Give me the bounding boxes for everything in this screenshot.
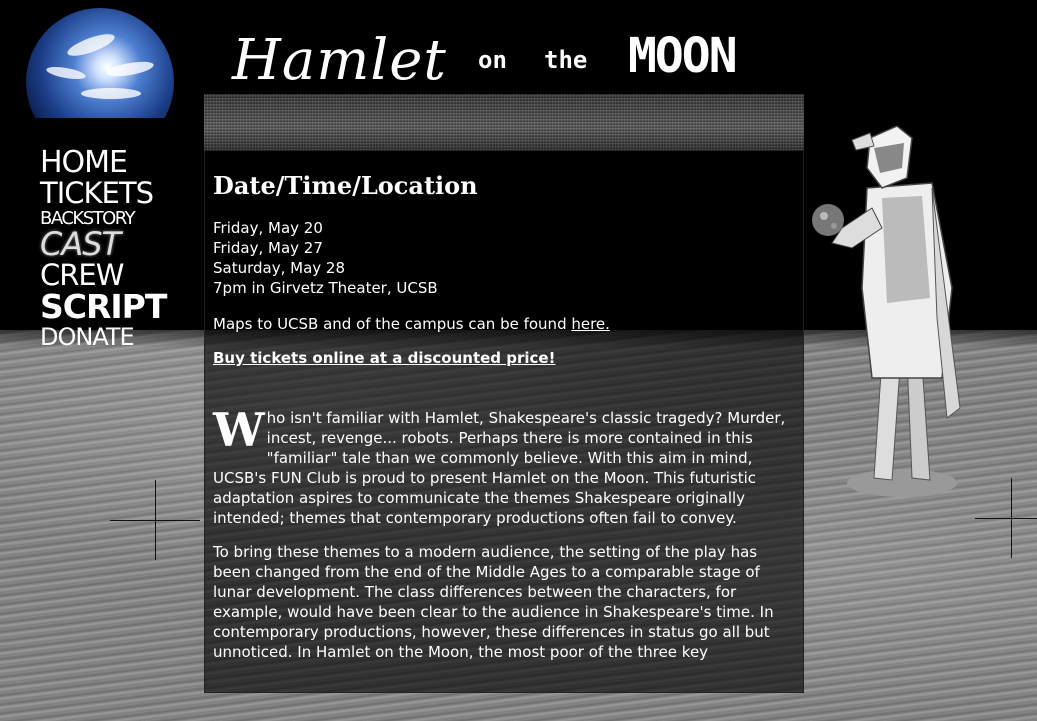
date-line: Saturday, May 28 [213, 259, 345, 277]
astronaut-hamlet-image [812, 125, 961, 497]
nav-cast[interactable]: CAST [40, 228, 158, 260]
content-panel: Date/Time/Location Friday, May 20 Friday… [204, 150, 804, 693]
date-line: Friday, May 20 [213, 219, 323, 237]
title-on: on [478, 46, 507, 74]
nav-script[interactable]: SCRIPT [40, 290, 167, 323]
crosshair-left [110, 480, 200, 560]
drop-cap: W [213, 403, 265, 457]
time-location-line: 7pm in Girvetz Theater, UCSB [213, 279, 438, 297]
title-moon: MOON [628, 28, 738, 84]
title-hamlet: Hamlet [232, 28, 447, 93]
earth-image [26, 8, 174, 118]
title-the: the [544, 46, 588, 74]
nav-crew[interactable]: CREW [40, 261, 158, 290]
static-noise-banner [204, 94, 804, 150]
nav-tickets[interactable]: TICKETS [40, 179, 158, 208]
buy-tickets-link[interactable]: Buy tickets online at a discounted price… [213, 349, 555, 367]
nav-home[interactable]: HOME [40, 148, 158, 178]
intro-paragraph: Who isn't familiar with Hamlet, Shakespe… [213, 403, 795, 528]
nav-donate[interactable]: DONATE [40, 325, 158, 349]
body-paragraph: To bring these themes to a modern audien… [213, 543, 774, 661]
maps-text: Maps to UCSB and of the campus can be fo… [213, 315, 572, 333]
maps-link[interactable]: here. [571, 315, 610, 333]
intro-text: ho isn't familiar with Hamlet, Shakespea… [213, 409, 786, 527]
page-title: Date/Time/Location [213, 171, 478, 200]
site-title: Hamlet on the MOON [232, 18, 792, 93]
date-line: Friday, May 27 [213, 239, 323, 257]
crosshair-right [975, 478, 1037, 558]
main-nav: HOME TICKETS BACKSTORY CAST CREW SCRIPT … [40, 148, 167, 350]
maps-paragraph: Maps to UCSB and of the campus can be fo… [213, 314, 795, 334]
show-dates: Friday, May 20 Friday, May 27 Saturday, … [213, 218, 795, 298]
